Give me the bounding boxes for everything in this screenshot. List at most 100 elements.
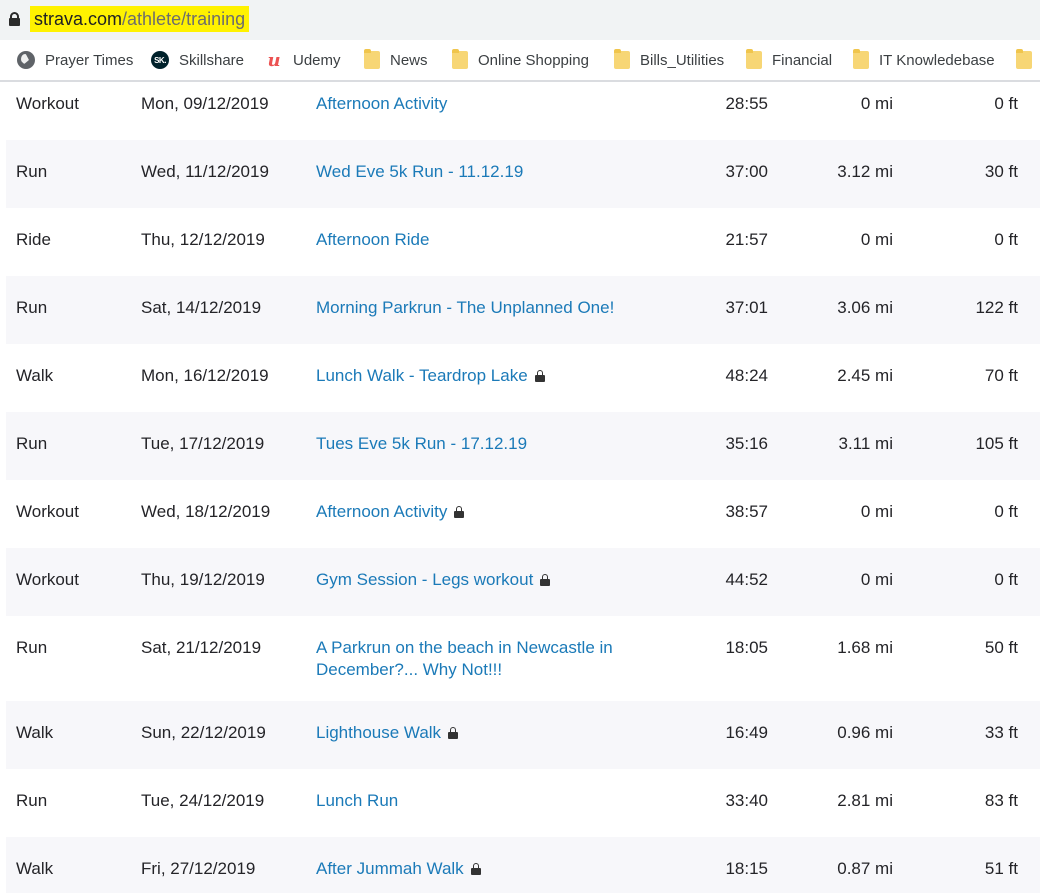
activity-title-link[interactable]: A Parkrun on the beach in Newcastle in D… bbox=[316, 637, 656, 681]
activity-title-link[interactable]: Morning Parkrun - The Unplanned One! bbox=[316, 297, 656, 319]
activity-distance: 1.68 mi bbox=[837, 637, 893, 659]
activity-elevation-text: 0 ft bbox=[994, 570, 1018, 589]
activity-elevation: 105 ft bbox=[975, 433, 1018, 455]
activity-time: 35:16 bbox=[725, 433, 768, 455]
activity-date: Wed, 11/12/2019 bbox=[141, 161, 269, 183]
table-row: Run Sat, 21/12/2019 A Parkrun on the beach… bbox=[6, 616, 1040, 701]
table-row: Walk Sun, 22/12/2019 Lighthouse Walk 16:49 0… bbox=[6, 701, 1040, 769]
activity-title-link-text[interactable]: Afternoon Activity bbox=[316, 94, 447, 113]
bookmark-udemy[interactable]: u Udemy bbox=[265, 49, 340, 71]
training-activity-table: Workout Mon, 09/12/2019 Afternoon Activity… bbox=[0, 82, 1040, 893]
url-domain: strava.com bbox=[34, 9, 123, 29]
activity-title-link-text[interactable]: Lighthouse Walk bbox=[316, 723, 441, 742]
activity-title-link[interactable]: Wed Eve 5k Run - 11.12.19 bbox=[316, 161, 656, 183]
bookmark-news[interactable]: News bbox=[364, 49, 428, 71]
activity-title-link-text[interactable]: A Parkrun on the beach in Newcastle in D… bbox=[316, 638, 613, 679]
activity-distance-text: 2.45 mi bbox=[837, 366, 893, 385]
activity-title-link[interactable]: Gym Session - Legs workout bbox=[316, 569, 656, 591]
activity-title-link[interactable]: After Jummah Walk bbox=[316, 858, 656, 880]
activity-distance-text: 0 mi bbox=[860, 230, 893, 249]
table-row: Walk Mon, 16/12/2019 Lunch Walk - Teardrop… bbox=[6, 344, 1040, 412]
lock-icon bbox=[454, 506, 465, 518]
bookmark-it-knowledebase[interactable]: IT Knowledebase bbox=[853, 49, 995, 71]
folder-icon bbox=[452, 49, 468, 69]
activity-title-link-text[interactable]: Wed Eve 5k Run - 11.12.19 bbox=[316, 162, 523, 181]
lock-icon bbox=[534, 370, 545, 382]
activity-time-text: 35:16 bbox=[725, 434, 768, 453]
activity-time: 18:05 bbox=[725, 637, 768, 659]
activity-time-text: 18:15 bbox=[725, 859, 768, 878]
activity-elevation-text: 83 ft bbox=[984, 791, 1018, 810]
activity-type: Run bbox=[16, 297, 47, 319]
activity-title-link[interactable]: Lunch Run bbox=[316, 790, 656, 812]
activity-time: 37:00 bbox=[725, 161, 768, 183]
activity-title-link-text[interactable]: Lunch Run bbox=[316, 791, 398, 810]
activity-title-link-text[interactable]: Afternoon Ride bbox=[316, 230, 429, 249]
activity-elevation-text: 50 ft bbox=[984, 638, 1018, 657]
bookmark-skillshare[interactable]: SK. Skillshare bbox=[151, 49, 244, 71]
activity-title-link[interactable]: Tues Eve 5k Run - 17.12.19 bbox=[316, 433, 656, 455]
activity-elevation: 30 ft bbox=[985, 161, 1018, 183]
activity-title-link[interactable]: Lunch Walk - Teardrop Lake bbox=[316, 365, 656, 387]
activity-date: Sat, 21/12/2019 bbox=[141, 637, 261, 659]
bookmark-financial[interactable]: Financial bbox=[746, 49, 832, 71]
table-row: Workout Mon, 09/12/2019 Afternoon Activity… bbox=[6, 82, 1040, 140]
bookmark-prayer-times[interactable]: Prayer Times bbox=[17, 49, 133, 71]
activity-time-text: 38:57 bbox=[725, 502, 768, 521]
activity-date-text: Thu, 19/12/2019 bbox=[141, 570, 265, 589]
activity-date: Wed, 18/12/2019 bbox=[141, 501, 270, 523]
activity-title-link-text[interactable]: Afternoon Activity bbox=[316, 502, 447, 521]
activity-type-text: Run bbox=[16, 298, 48, 317]
table-row: Ride Thu, 12/12/2019 Afternoon Ride 21:57 0 … bbox=[6, 208, 1040, 276]
activity-distance: 0 mi bbox=[861, 569, 893, 591]
activity-distance-text: 3.12 mi bbox=[837, 162, 893, 181]
activity-type-text: Workout bbox=[16, 94, 79, 113]
activity-date: Sat, 14/12/2019 bbox=[141, 297, 261, 319]
activity-time-text: 18:05 bbox=[725, 638, 768, 657]
activity-distance-text: 3.11 mi bbox=[838, 434, 894, 453]
activity-date: Tue, 17/12/2019 bbox=[141, 433, 264, 455]
bookmark-label: Financial bbox=[772, 51, 833, 69]
activity-title-link[interactable]: Afternoon Activity bbox=[316, 501, 656, 523]
activity-title-link[interactable]: Afternoon Ride bbox=[316, 229, 656, 251]
lock-icon[interactable] bbox=[9, 12, 20, 26]
activity-type-text: Walk bbox=[16, 366, 54, 385]
activity-date: Mon, 09/12/2019 bbox=[141, 93, 269, 115]
bookmark-overflow-folder[interactable] bbox=[1016, 49, 1040, 71]
activity-type-text: Walk bbox=[16, 723, 54, 742]
activity-distance-text: 0 mi bbox=[860, 502, 893, 521]
table-row: Run Tue, 17/12/2019 Tues Eve 5k Run - 17.1… bbox=[6, 412, 1040, 480]
bookmark-bills-utilities[interactable]: Bills_Utilities bbox=[614, 49, 724, 71]
activity-elevation-text: 122 ft bbox=[975, 298, 1018, 317]
activity-elevation: 122 ft bbox=[975, 297, 1018, 319]
lock-icon bbox=[540, 574, 551, 586]
bookmark-online-shopping[interactable]: Online Shopping bbox=[452, 49, 589, 71]
activity-time: 48:24 bbox=[725, 365, 768, 387]
activity-elevation: 83 ft bbox=[985, 790, 1018, 812]
activity-date: Fri, 27/12/2019 bbox=[141, 858, 255, 880]
activity-elevation-text: 33 ft bbox=[984, 723, 1018, 742]
activity-elevation: 0 ft bbox=[994, 501, 1018, 523]
activity-title-link-text[interactable]: After Jummah Walk bbox=[316, 859, 464, 878]
table-row: Run Wed, 11/12/2019 Wed Eve 5k Run - 11.12… bbox=[6, 140, 1040, 208]
globe-icon bbox=[17, 51, 35, 69]
activity-distance: 2.81 mi bbox=[837, 790, 893, 812]
activity-distance: 3.12 mi bbox=[837, 161, 893, 183]
activity-title-link-text[interactable]: Gym Session - Legs workout bbox=[316, 570, 533, 589]
url-text[interactable]: strava.com/athlete/training bbox=[30, 6, 250, 32]
activity-date-text: Fri, 27/12/2019 bbox=[141, 859, 256, 878]
activity-distance-text: 3.06 mi bbox=[837, 298, 893, 317]
activity-type-text: Workout bbox=[16, 502, 79, 521]
activity-type: Run bbox=[16, 637, 47, 659]
activity-time-text: 33:40 bbox=[725, 791, 768, 810]
activity-title-link-text[interactable]: Tues Eve 5k Run - 17.12.19 bbox=[316, 434, 527, 453]
activity-title-link[interactable]: Lighthouse Walk bbox=[316, 722, 656, 744]
activity-distance-text: 0 mi bbox=[860, 570, 893, 589]
activity-elevation-text: 105 ft bbox=[975, 434, 1018, 453]
activity-type: Workout bbox=[16, 93, 79, 115]
activity-date-text: Thu, 12/12/2019 bbox=[141, 230, 265, 249]
activity-title-link-text[interactable]: Morning Parkrun - The Unplanned One! bbox=[316, 298, 614, 317]
activity-title-link-text[interactable]: Lunch Walk - Teardrop Lake bbox=[316, 366, 528, 385]
activity-title-link[interactable]: Afternoon Activity bbox=[316, 93, 656, 115]
address-bar[interactable]: strava.com/athlete/training bbox=[0, 0, 1040, 40]
